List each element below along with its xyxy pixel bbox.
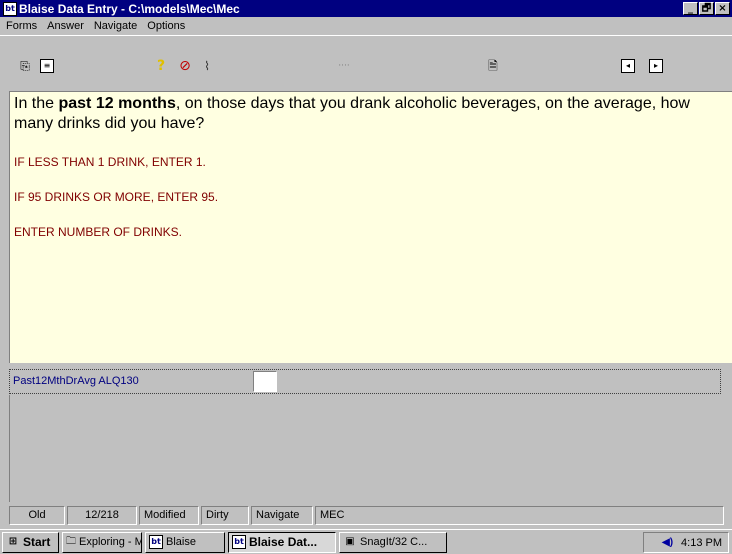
- status-old: Old: [9, 506, 65, 525]
- task-blaise[interactable]: bt Blaise: [145, 531, 225, 553]
- status-form-name: MEC: [315, 506, 724, 525]
- speaker-icon[interactable]: ◀): [662, 537, 673, 548]
- folder-icon: 🗀: [66, 536, 76, 547]
- task-label: Blaise Dat...: [249, 535, 318, 549]
- help-icon[interactable]: ?: [154, 59, 168, 73]
- previous-form-icon[interactable]: ◂: [621, 59, 635, 73]
- question-pane: In the past 12 months, on those days tha…: [9, 91, 732, 363]
- status-bar: Old 12/218 Modified Dirty Navigate MEC: [9, 506, 732, 525]
- window-title: Blaise Data Entry - C:\models\Mec\Mec: [19, 1, 240, 16]
- drinks-input[interactable]: [253, 371, 277, 392]
- toolbar: ⎘ ≡ ? ⊘ ⌇ ···· 🗎 ◂ ▸: [0, 35, 732, 91]
- blaise-icon: bt: [149, 535, 163, 549]
- stop-icon[interactable]: ⊘: [178, 59, 192, 73]
- task-label: SnagIt/32 C...: [360, 536, 428, 548]
- title-bar: bt Blaise Data Entry - C:\models\Mec\Mec…: [0, 0, 732, 17]
- field-label: Past12MthDrAvg ALQ130: [13, 375, 139, 387]
- windows-logo-icon: ⊞: [8, 536, 18, 547]
- taskbar: ⊞ Start 🗀 Exploring - M... bt Blaise bt …: [0, 529, 732, 554]
- system-tray: ◀) 4:13 PM: [643, 532, 729, 553]
- task-label: Exploring - M...: [79, 536, 141, 548]
- status-mode: Navigate: [251, 506, 313, 525]
- instruction-enter-number: ENTER NUMBER OF DRINKS.: [14, 225, 183, 239]
- clock: 4:13 PM: [681, 536, 722, 549]
- blaise-icon[interactable]: bt: [3, 1, 17, 16]
- form-pane: [9, 395, 732, 502]
- question-text: In the past 12 months, on those days tha…: [14, 95, 690, 132]
- instruction-95-or-more: IF 95 DRINKS OR MORE, ENTER 95.: [14, 190, 219, 204]
- task-label: Blaise: [166, 536, 196, 548]
- toolbar-dots: ····: [338, 61, 350, 71]
- document-search-icon[interactable]: 🗎: [486, 59, 500, 73]
- status-page-count: 12/218: [67, 506, 137, 525]
- menu-navigate[interactable]: Navigate: [94, 20, 137, 32]
- menu-forms[interactable]: Forms: [6, 20, 37, 32]
- next-form-icon[interactable]: ▸: [649, 59, 663, 73]
- status-dirty: Dirty: [201, 506, 249, 525]
- task-snagit[interactable]: ▣ SnagIt/32 C...: [339, 531, 447, 553]
- minimize-button[interactable]: _: [683, 2, 698, 15]
- field-row: Past12MthDrAvg ALQ130: [9, 369, 721, 394]
- menu-answer[interactable]: Answer: [47, 20, 84, 32]
- menu-bar: Forms Answer Navigate Options: [0, 17, 732, 35]
- close-button[interactable]: ×: [715, 2, 730, 15]
- instruction-less-than-one: IF LESS THAN 1 DRINK, ENTER 1.: [14, 155, 206, 169]
- task-blaise-data-entry[interactable]: bt Blaise Dat...: [228, 531, 336, 553]
- start-label: Start: [23, 535, 51, 549]
- form-icon[interactable]: ≡: [40, 59, 54, 73]
- snagit-icon: ▣: [345, 536, 355, 547]
- blaise-icon: bt: [232, 535, 246, 549]
- start-button[interactable]: ⊞ Start: [2, 531, 59, 553]
- copy-icon[interactable]: ⎘: [18, 59, 32, 73]
- status-modified: Modified: [139, 506, 199, 525]
- maximize-button[interactable]: 🗗: [699, 2, 714, 15]
- task-exploring[interactable]: 🗀 Exploring - M...: [62, 531, 142, 553]
- paperclip-icon[interactable]: ⌇: [200, 59, 214, 73]
- menu-options[interactable]: Options: [147, 20, 185, 32]
